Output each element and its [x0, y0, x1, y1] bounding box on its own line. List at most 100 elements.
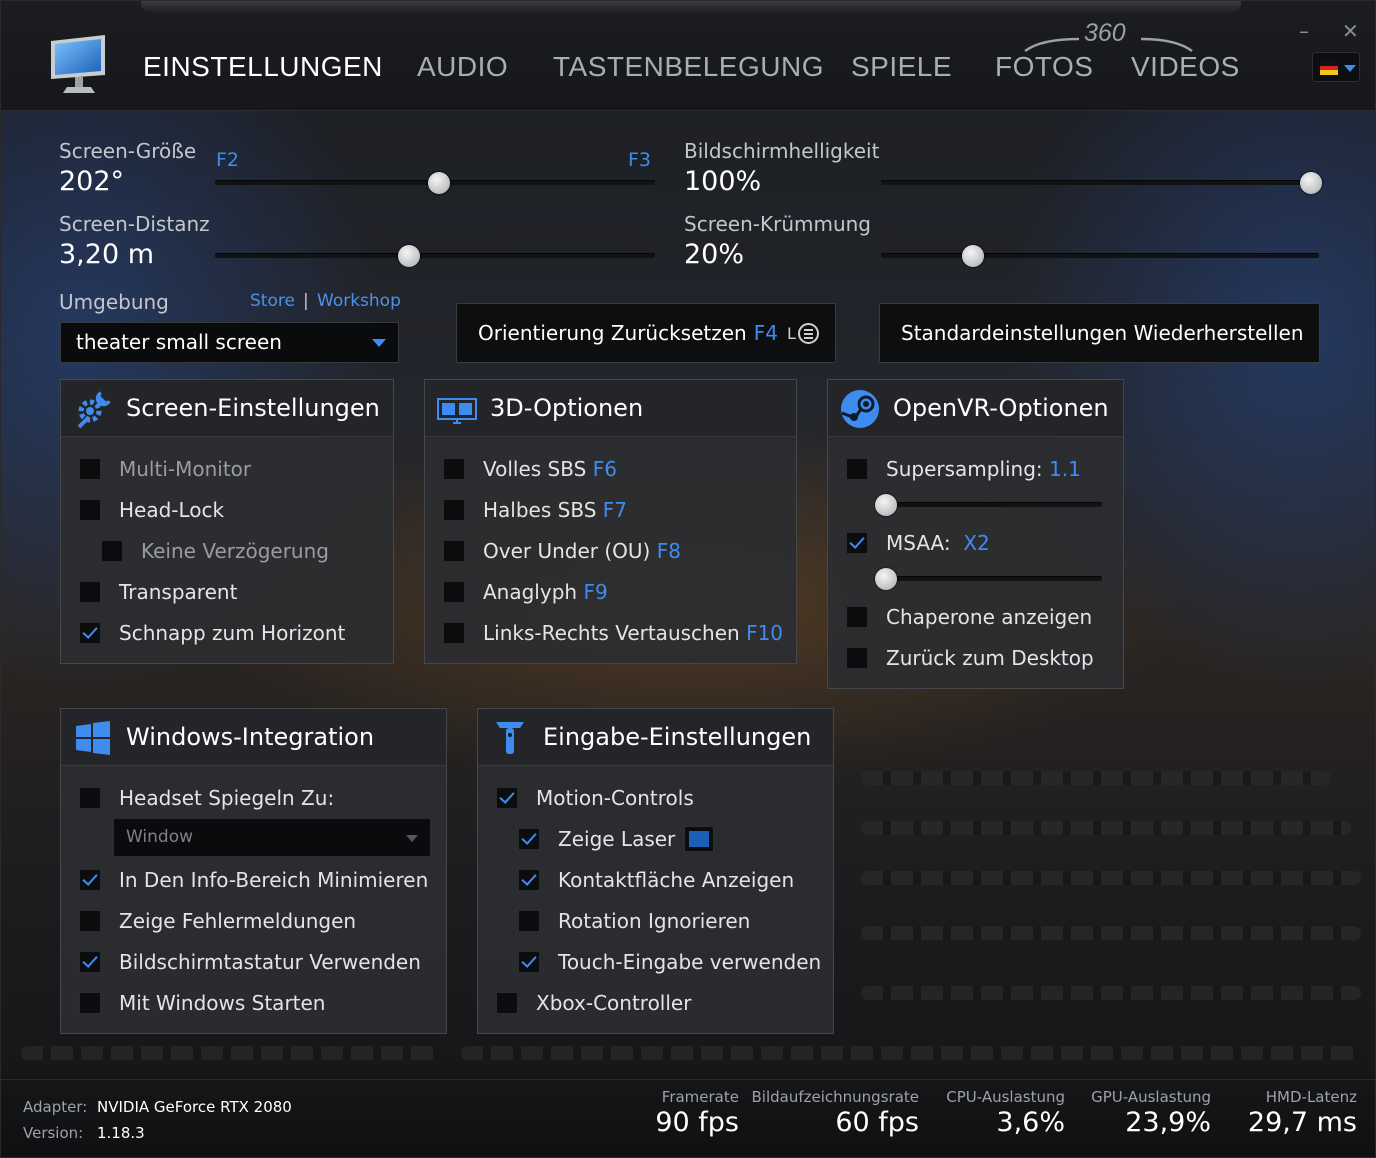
windows-integration-panel: Windows-Integration Headset Spiegeln Zu:…	[60, 708, 447, 1034]
laser-color-picker[interactable]	[684, 826, 714, 852]
environment-select[interactable]: theater small screen	[60, 322, 399, 363]
onscreen-keyboard-checkbox[interactable]	[79, 951, 101, 973]
swap-eyes-checkbox[interactable]	[443, 622, 465, 644]
label-360: 360	[1084, 19, 1126, 47]
restore-defaults-button[interactable]: Standardeinstellungen Wiederherstellen	[879, 303, 1320, 363]
reset-orientation-button[interactable]: Orientierung Zurücksetzen F4 L	[456, 303, 836, 363]
screen-distance-slider[interactable]	[215, 245, 655, 267]
msaa-checkbox[interactable]	[846, 532, 868, 554]
show-errors-label: Zeige Fehlermeldungen	[119, 909, 357, 933]
show-laser-checkbox[interactable]	[518, 828, 540, 850]
chevron-down-icon	[406, 835, 418, 842]
mirror-headset-label: Headset Spiegeln Zu:	[119, 786, 335, 810]
monitor-icon	[51, 35, 105, 93]
mirror-window-select-value: Window	[126, 827, 194, 847]
tab-spiele[interactable]: SPIELE	[851, 51, 952, 83]
minimize-tray-checkbox[interactable]	[79, 869, 101, 891]
screen-size-slider[interactable]	[215, 172, 655, 194]
close-button[interactable]: ✕	[1342, 19, 1359, 43]
mirror-window-select[interactable]: Window	[113, 818, 431, 857]
screen-size-value: 202°	[59, 166, 125, 197]
environment-label: Umgebung	[59, 290, 169, 314]
over-under-checkbox[interactable]	[443, 540, 465, 562]
curvature-slider-knob[interactable]	[961, 245, 984, 267]
curvature-label: Screen-Krümmung	[684, 212, 872, 236]
windows-integration-header: Windows-Integration	[61, 709, 446, 766]
touch-input-checkbox[interactable]	[518, 951, 540, 973]
mirror-headset-checkbox[interactable]	[79, 787, 101, 809]
tab-audio[interactable]: AUDIO	[417, 51, 508, 83]
motion-controls-label: Motion-Controls	[536, 786, 694, 810]
contact-area-checkbox[interactable]	[518, 869, 540, 891]
onscreen-keyboard-label: Bildschirmtastatur Verwenden	[119, 950, 421, 974]
swap-eyes-label: Links-Rechts Vertauschen	[483, 621, 740, 645]
full-sbs-checkbox[interactable]	[443, 458, 465, 480]
german-flag-icon	[1320, 61, 1338, 75]
snap-horizon-checkbox[interactable]	[79, 622, 101, 644]
laser-color-swatch	[689, 831, 709, 847]
brightness-slider-knob[interactable]	[1300, 172, 1322, 194]
store-link[interactable]: Store	[250, 291, 295, 311]
half-sbs-checkbox[interactable]	[443, 499, 465, 521]
chaperone-label: Chaperone anzeigen	[886, 605, 1093, 629]
back-desktop-checkbox[interactable]	[846, 647, 868, 669]
gpu-usage-label: GPU-Auslastung	[1091, 1088, 1211, 1106]
screen-settings-header: Screen-Einstellungen	[61, 380, 393, 437]
chaperone-checkbox[interactable]	[846, 606, 868, 628]
screen-size-slider-knob[interactable]	[428, 172, 451, 194]
show-errors-checkbox[interactable]	[79, 910, 101, 932]
screen-distance-slider-knob[interactable]	[397, 245, 420, 267]
over-under-key: F8	[656, 539, 681, 563]
supersampling-slider-knob[interactable]	[875, 494, 897, 516]
hmd-latency-label: HMD-Latenz	[1265, 1088, 1357, 1106]
input-settings-panel: Eingabe-Einstellungen Motion-Controls Ze…	[477, 708, 834, 1034]
transparent-checkbox[interactable]	[79, 581, 101, 603]
openvr-options-panel: OpenVR-Optionen Supersampling: 1.1 MSAA:…	[827, 379, 1124, 689]
msaa-value: X2	[963, 531, 990, 555]
xbox-controller-checkbox[interactable]	[496, 992, 518, 1014]
menu-button-icon	[797, 322, 819, 344]
start-with-windows-checkbox[interactable]	[79, 992, 101, 1014]
openvr-options-header: OpenVR-Optionen	[828, 380, 1123, 437]
tab-fotos[interactable]: FOTOS	[995, 51, 1093, 83]
reset-orientation-label: Orientierung Zurücksetzen	[478, 321, 747, 345]
head-lock-checkbox[interactable]	[79, 499, 101, 521]
over-under-label: Over Under (OU)	[483, 539, 651, 563]
no-delay-label: Keine Verzögerung	[141, 539, 329, 563]
ignore-rotation-label: Rotation Ignorieren	[558, 909, 751, 933]
status-bar: Adapter: NVIDIA GeForce RTX 2080 Version…	[1, 1079, 1375, 1157]
minimize-button[interactable]: –	[1299, 19, 1309, 43]
framerate-label: Framerate	[661, 1088, 739, 1106]
openvr-options-title: OpenVR-Optionen	[893, 394, 1109, 422]
no-delay-checkbox[interactable]	[101, 540, 123, 562]
msaa-slider[interactable]	[875, 568, 1102, 590]
restore-defaults-label: Standardeinstellungen Wiederherstellen	[901, 321, 1304, 345]
screen-settings-title: Screen-Einstellungen	[126, 394, 380, 422]
screen-size-key-left: F2	[216, 149, 240, 171]
supersampling-label: Supersampling:	[886, 457, 1043, 481]
3d-options-header: 3D-Optionen	[425, 380, 796, 437]
app-window: EINSTELLUNGEN AUDIO TASTENBELEGUNG SPIEL…	[0, 0, 1376, 1158]
capture-rate-label: Bildaufzeichnungsrate	[751, 1088, 919, 1106]
tab-tastenbelegung[interactable]: TASTENBELEGUNG	[553, 51, 824, 83]
version-value: 1.18.3	[97, 1124, 145, 1142]
supersampling-slider[interactable]	[875, 494, 1102, 516]
ignore-rotation-checkbox[interactable]	[518, 910, 540, 932]
motion-controls-checkbox[interactable]	[496, 787, 518, 809]
anaglyph-checkbox[interactable]	[443, 581, 465, 603]
cpu-usage-value: 3,6%	[996, 1107, 1065, 1138]
screen-distance-value: 3,20 m	[59, 239, 155, 270]
brightness-slider[interactable]	[881, 172, 1322, 194]
supersampling-checkbox[interactable]	[846, 458, 868, 480]
3d-options-title: 3D-Optionen	[490, 394, 644, 422]
curvature-slider[interactable]	[881, 245, 1319, 267]
multi-monitor-checkbox[interactable]	[79, 458, 101, 480]
tab-videos[interactable]: VIDEOS	[1131, 51, 1240, 83]
transparent-label: Transparent	[119, 580, 238, 604]
workshop-link[interactable]: Workshop	[317, 291, 401, 311]
msaa-slider-knob[interactable]	[875, 568, 897, 590]
half-sbs-label: Halbes SBS	[483, 498, 597, 522]
language-select[interactable]	[1312, 52, 1360, 82]
touch-input-label: Touch-Eingabe verwenden	[558, 950, 822, 974]
tab-einstellungen[interactable]: EINSTELLUNGEN	[143, 51, 383, 83]
